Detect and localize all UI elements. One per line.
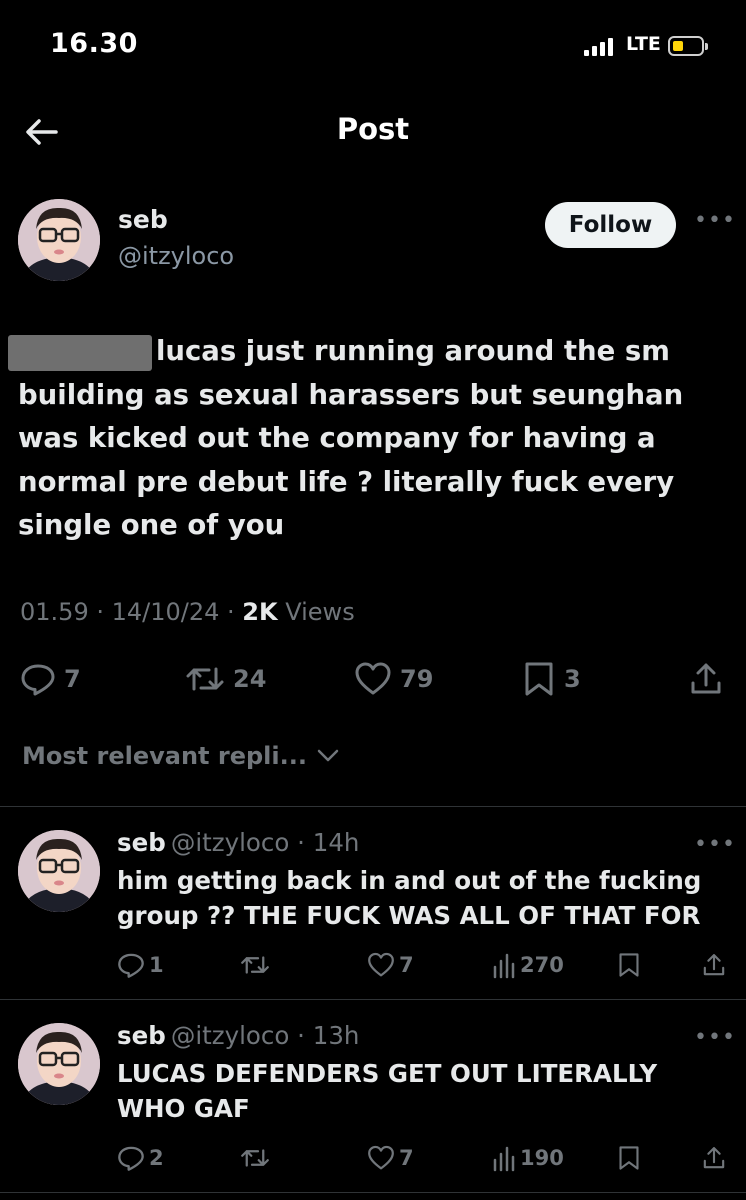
repost-action[interactable]: 24: [185, 661, 266, 697]
reply-time: 14h: [312, 828, 360, 857]
bookmark-icon: [619, 1146, 639, 1170]
reply-header: seb @itzyloco · 13h: [117, 1021, 360, 1050]
share-icon: [703, 954, 725, 976]
reply-share-action[interactable]: [702, 1143, 726, 1173]
view-count: 2K: [242, 598, 278, 626]
heart-icon: [355, 662, 391, 695]
bookmark-icon: [619, 953, 639, 977]
reply-more-options-icon[interactable]: •••: [694, 1025, 736, 1050]
heart-icon: [368, 952, 394, 977]
post-time: 01.59: [20, 598, 89, 626]
sort-replies-dropdown[interactable]: Most relevant repli...: [22, 742, 339, 770]
reply-view-count: 190: [520, 1146, 564, 1170]
repost-icon: [241, 956, 269, 974]
reply-views-action[interactable]: 190: [492, 1143, 564, 1173]
reply-avatar[interactable]: [18, 1023, 100, 1105]
post-text-content: lucas just running around the sm buildin…: [18, 335, 684, 541]
heart-icon: [368, 1145, 394, 1170]
reply-repost-action[interactable]: [240, 1143, 270, 1173]
reply-count: 7: [64, 665, 81, 693]
reply-views-action[interactable]: 270: [492, 950, 564, 980]
follow-button[interactable]: Follow: [545, 202, 676, 248]
share-action[interactable]: [689, 661, 723, 697]
reply-like-action[interactable]: 7: [367, 1143, 414, 1173]
reply-more-options-icon[interactable]: •••: [694, 832, 736, 857]
divider: [0, 999, 746, 1000]
chevron-down-icon: [317, 749, 339, 762]
reply-author-handle[interactable]: @itzyloco: [171, 828, 290, 857]
reply-bookmark-action[interactable]: [617, 950, 641, 980]
repost-icon: [241, 1149, 269, 1167]
status-time: 16.30: [50, 28, 138, 59]
bookmark-icon: [525, 662, 553, 696]
like-count: 79: [400, 665, 434, 693]
reply-author-handle[interactable]: @itzyloco: [171, 1021, 290, 1050]
reply-repost-action[interactable]: [240, 950, 270, 980]
analytics-icon: [493, 1146, 515, 1172]
bookmark-count: 3: [564, 665, 581, 693]
signal-icon: [584, 38, 620, 56]
reply-time: 13h: [312, 1021, 360, 1050]
share-icon: [703, 1147, 725, 1169]
author-avatar[interactable]: [18, 199, 100, 281]
reply-header: seb @itzyloco · 14h: [117, 828, 360, 857]
reply-author-name[interactable]: seb: [117, 828, 166, 857]
reply-icon: [118, 1146, 144, 1171]
reply-like-count: 7: [399, 1146, 414, 1170]
divider: [0, 1192, 746, 1193]
reply-bookmark-action[interactable]: [617, 1143, 641, 1173]
reply-view-count: 270: [520, 953, 564, 977]
reply-action[interactable]: 7: [20, 661, 81, 697]
divider: [0, 806, 746, 807]
reply-icon: [118, 953, 144, 978]
more-options-icon[interactable]: •••: [694, 208, 736, 233]
reply-share-action[interactable]: [702, 950, 726, 980]
reply-icon: [21, 664, 55, 696]
reply-reply-count: 1: [149, 953, 164, 977]
reply-text: him getting back in and out of the fucki…: [117, 866, 702, 930]
reply-text: LUCAS DEFENDERS GET OUT LITERALLY WHO GA…: [117, 1059, 658, 1123]
sort-label: Most relevant repli...: [22, 742, 307, 770]
repost-count: 24: [233, 665, 267, 693]
repost-icon: [186, 667, 224, 691]
author-handle[interactable]: @itzyloco: [118, 242, 234, 270]
reply-reply-action[interactable]: 2: [117, 1143, 164, 1173]
network-label: LTE: [626, 33, 661, 55]
post-date: 14/10/24: [111, 598, 220, 626]
bookmark-action[interactable]: 3: [522, 661, 581, 697]
reply-reply-action[interactable]: 1: [117, 950, 164, 980]
views-label: Views: [285, 598, 355, 626]
reply-avatar[interactable]: [18, 830, 100, 912]
author-name[interactable]: seb: [118, 205, 168, 234]
reply-reply-count: 2: [149, 1146, 164, 1170]
page-title: Post: [336, 112, 410, 146]
reply-author-name[interactable]: seb: [117, 1021, 166, 1050]
reply-like-count: 7: [399, 953, 414, 977]
share-icon: [691, 663, 721, 694]
reply-like-action[interactable]: 7: [367, 950, 414, 980]
battery-icon: [668, 36, 708, 56]
analytics-icon: [493, 953, 515, 979]
post-text: lucas just running around the sm buildin…: [18, 330, 708, 548]
like-action[interactable]: 79: [354, 661, 433, 697]
post-meta: 01.59 · 14/10/24 · 2K Views: [20, 598, 355, 626]
